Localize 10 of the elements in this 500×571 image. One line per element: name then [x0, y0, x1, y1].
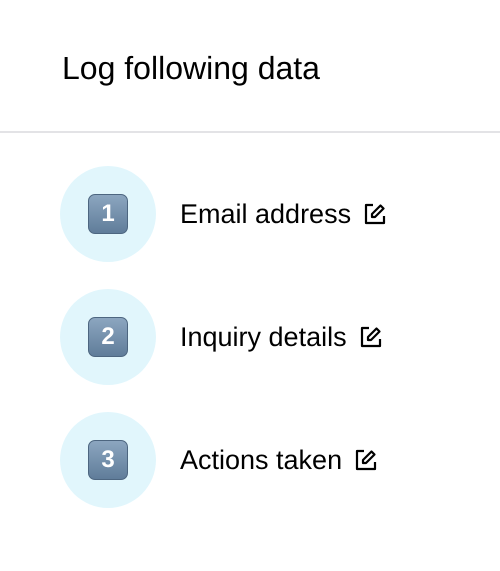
edit-icon[interactable] — [363, 202, 388, 226]
edit-icon[interactable] — [358, 325, 383, 349]
step-label: Email address — [180, 198, 352, 230]
number-key: 3 — [88, 440, 128, 480]
edit-icon[interactable] — [354, 448, 378, 472]
step-label: Actions taken — [180, 444, 342, 476]
step-label: Inquiry details — [180, 322, 347, 352]
number-key: 2 — [88, 317, 128, 357]
page-title: Log following data — [62, 48, 320, 87]
number-key: 1 — [88, 194, 128, 234]
